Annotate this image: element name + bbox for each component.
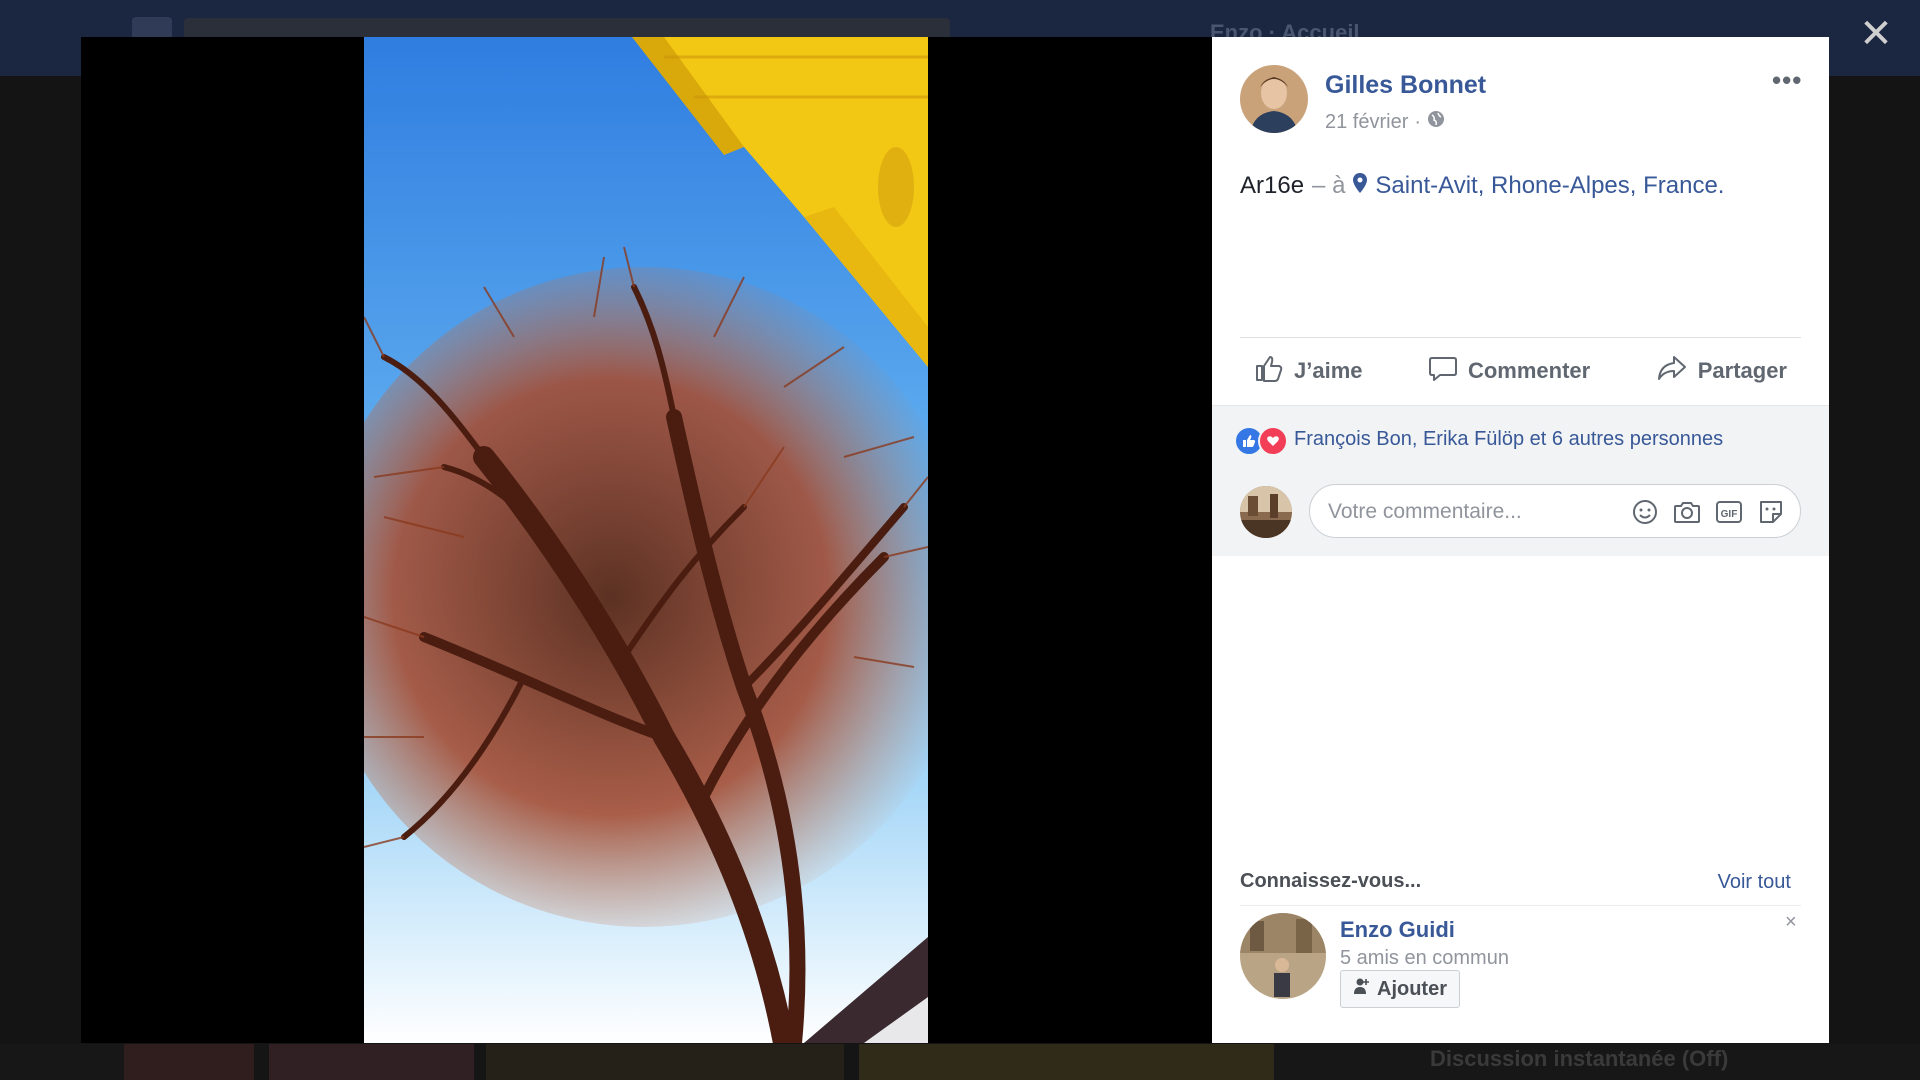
chat-bar-label: Discussion instantanée (Off) [1430, 1046, 1729, 1071]
post-date[interactable]: 21 février [1325, 111, 1408, 134]
love-icon [1258, 426, 1288, 456]
meta-separator: · [1414, 110, 1422, 133]
sticker-icon[interactable] [1756, 497, 1786, 527]
more-options-button[interactable]: ••• [1772, 65, 1802, 96]
reaction-icons[interactable] [1234, 426, 1288, 456]
people-you-may-know-title: Connaissez-vous... [1240, 870, 1422, 892]
add-friend-icon [1353, 977, 1369, 1001]
post-side-panel: Gilles Bonnet 21 février · ••• Ar16e – à… [1212, 37, 1829, 1043]
like-button[interactable]: J’aime [1240, 353, 1377, 389]
globe-icon[interactable] [1427, 110, 1445, 134]
post-meta: 21 février · [1325, 110, 1445, 134]
mutual-friends-count[interactable]: 5 amis en commun [1340, 947, 1509, 970]
camera-icon[interactable] [1672, 497, 1702, 527]
emoji-icon[interactable] [1630, 497, 1660, 527]
friend-avatar[interactable] [1240, 913, 1326, 999]
svg-text:GIF: GIF [1721, 509, 1738, 520]
share-label: Partager [1697, 358, 1787, 383]
like-label: J’aime [1294, 358, 1363, 383]
comment-input[interactable] [1326, 485, 1630, 539]
comment-box: GIF [1309, 484, 1801, 539]
add-friend-button[interactable]: Ajouter [1340, 970, 1460, 1008]
current-user-avatar [1240, 486, 1292, 538]
thumbs-up-icon [1254, 353, 1284, 389]
dismiss-suggestion-button[interactable]: × [1785, 911, 1797, 934]
post-separator: – à [1312, 172, 1346, 199]
background-thumbnails [124, 1044, 1274, 1080]
post-actions: J’aime Commenter Partager [1240, 337, 1801, 405]
see-all-link[interactable]: Voir tout [1718, 871, 1791, 894]
share-arrow-icon [1656, 353, 1688, 389]
tree-photo [364, 37, 928, 1043]
location-pin-icon [1353, 172, 1368, 200]
post-location-link[interactable]: Saint-Avit, Rhone-Alpes, France. [1375, 172, 1724, 200]
post-caption: Ar16e [1240, 172, 1305, 199]
gif-icon[interactable]: GIF [1714, 497, 1744, 527]
suggestions-divider [1240, 905, 1801, 906]
share-button[interactable]: Partager [1642, 353, 1801, 389]
close-icon[interactable]: ✕ [1858, 14, 1894, 54]
post-text: Ar16e – à Saint-Avit, Rhone-Alpes, Franc… [1240, 172, 1724, 200]
author-avatar[interactable] [1240, 65, 1308, 133]
comment-button[interactable]: Commenter [1414, 353, 1604, 389]
likes-and-comments-area: François Bon, Erika Fülöp et 6 autres pe… [1212, 405, 1829, 556]
comment-label: Commenter [1467, 358, 1591, 383]
post-author-name[interactable]: Gilles Bonnet [1325, 71, 1486, 100]
photo-image[interactable] [364, 37, 928, 1043]
comment-tools: GIF [1630, 497, 1786, 527]
likes-summary[interactable]: François Bon, Erika Fülöp et 6 autres pe… [1294, 428, 1723, 451]
comment-bubble-icon [1428, 353, 1458, 389]
add-friend-label: Ajouter [1377, 977, 1447, 1000]
friend-name-link[interactable]: Enzo Guidi [1340, 917, 1455, 943]
